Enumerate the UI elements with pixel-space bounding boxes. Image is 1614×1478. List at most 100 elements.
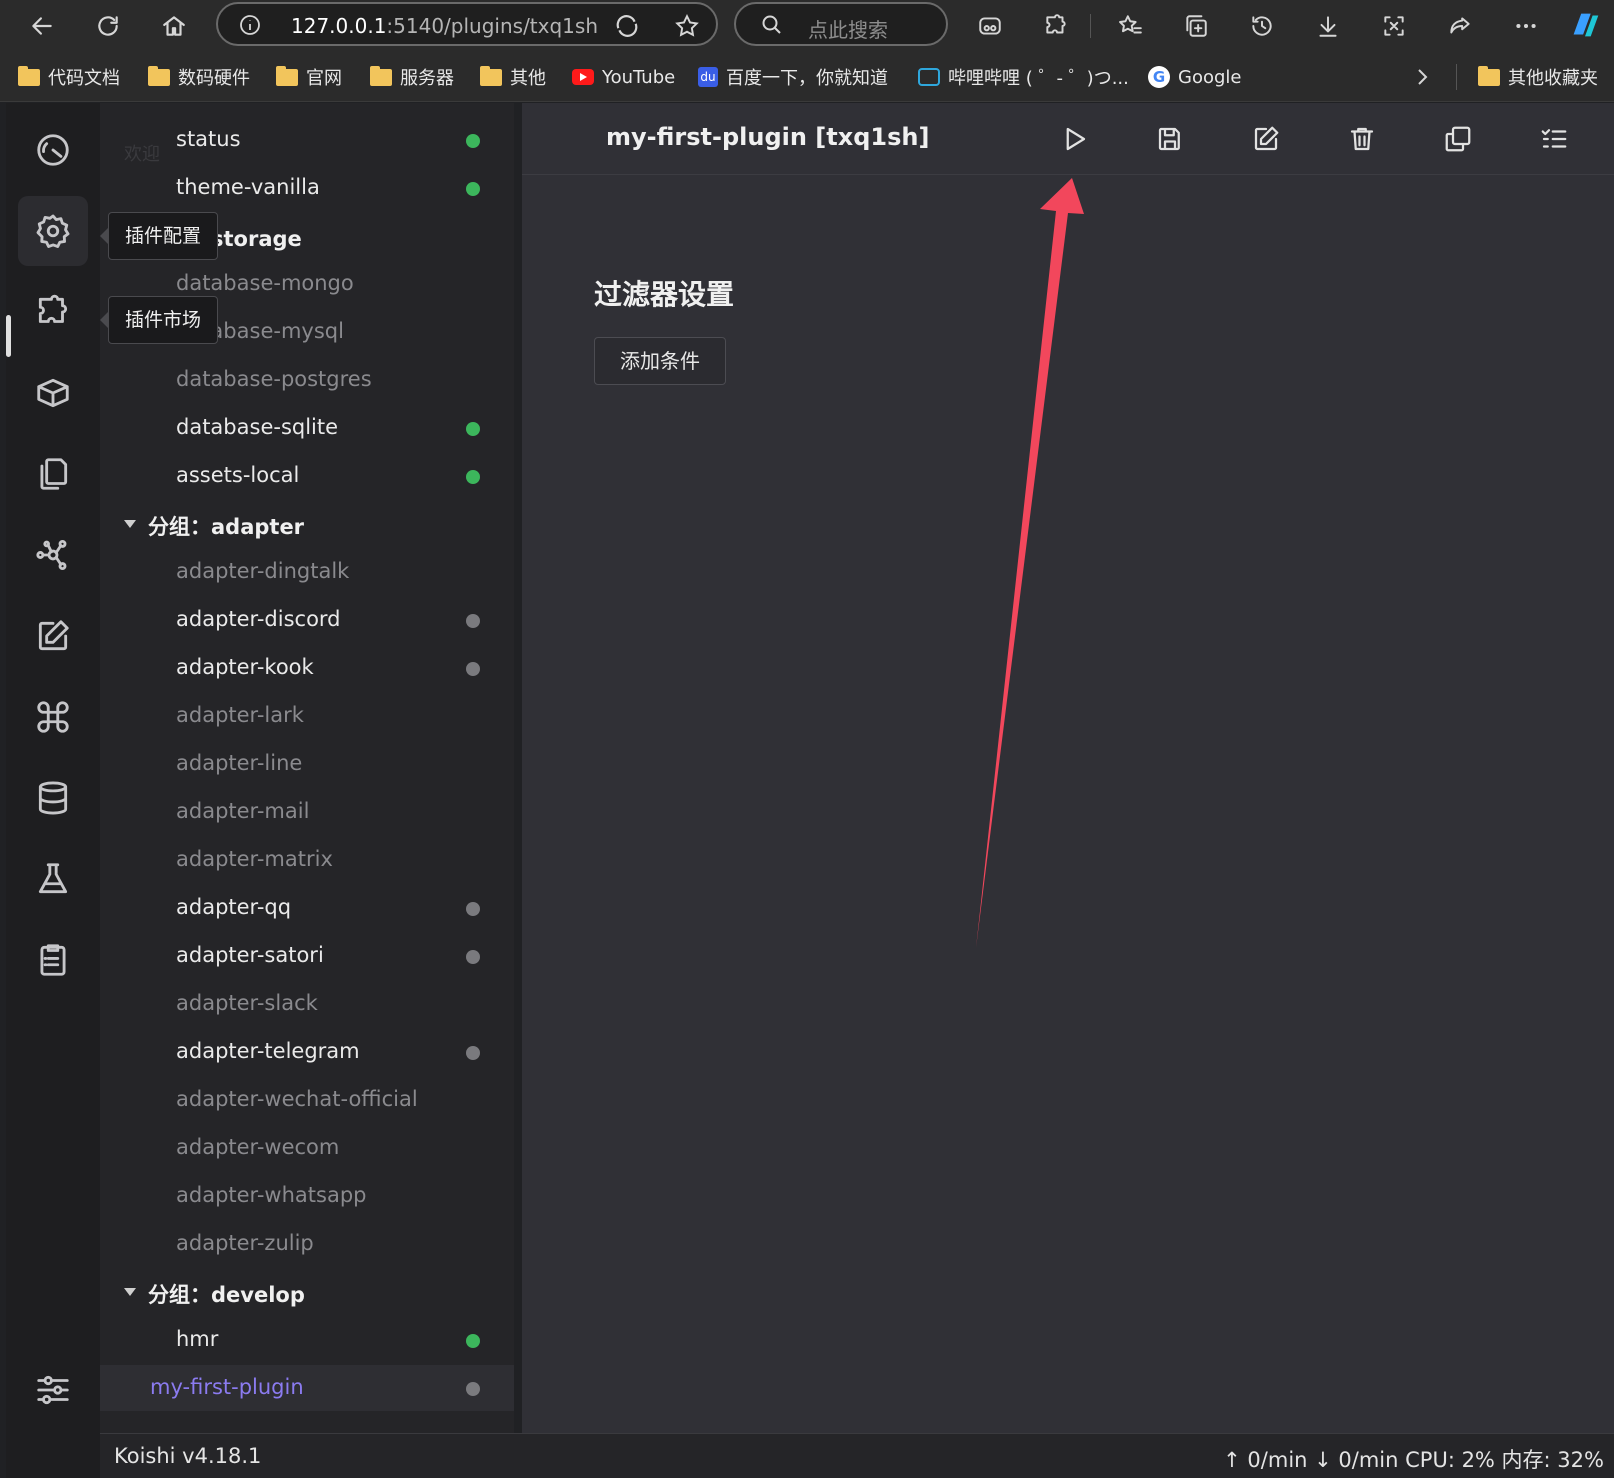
activity-plugin-market[interactable] <box>18 277 88 347</box>
plugin-item[interactable]: adapter-slack <box>100 981 514 1027</box>
puzzle-icon <box>1046 14 1066 34</box>
plugin-item[interactable]: adapter-mail <box>100 789 514 835</box>
plugin-name: adapter-discord <box>176 607 341 631</box>
reload-button[interactable] <box>88 6 128 46</box>
plugin-item[interactable]: adapter-dingtalk <box>100 549 514 595</box>
plugin-name: adapter-mail <box>176 799 310 823</box>
manage-button[interactable] <box>1534 119 1574 159</box>
plugin-group[interactable]: 分组：adapter <box>100 501 514 547</box>
plugin-item[interactable]: adapter-wechat-official <box>100 1077 514 1123</box>
delete-button[interactable] <box>1342 119 1382 159</box>
activity-sandbox[interactable] <box>18 844 88 914</box>
plugin-item[interactable]: adapter-discord <box>100 597 514 643</box>
activity-settings[interactable] <box>18 1355 88 1425</box>
bookmark-item[interactable]: YouTube <box>572 65 675 89</box>
plugin-item[interactable]: my-first-plugin <box>100 1365 514 1411</box>
plugin-name: adapter-zulip <box>176 1231 314 1255</box>
more-menu-button[interactable] <box>1508 8 1544 44</box>
clone-button[interactable] <box>1438 119 1478 159</box>
plugin-name: my-first-plugin <box>150 1375 304 1399</box>
add-condition-button[interactable]: 添加条件 <box>594 337 726 385</box>
plugin-name: adapter-wecom <box>176 1135 340 1159</box>
screenshot-button[interactable] <box>1376 8 1412 44</box>
copilot-icon <box>1573 13 1599 37</box>
chevron-right-icon[interactable] <box>1410 65 1434 89</box>
plugin-item[interactable]: adapter-satori <box>100 933 514 979</box>
activity-dashboard[interactable] <box>18 115 88 185</box>
folder-icon <box>276 65 298 86</box>
activity-dependencies[interactable] <box>18 358 88 428</box>
bookmark-item[interactable]: 代码文档 <box>18 65 120 89</box>
plugin-item[interactable]: status <box>100 117 514 163</box>
extension-mask-button[interactable] <box>972 8 1008 44</box>
plugin-name: adapter-line <box>176 751 303 775</box>
bookmark-item[interactable]: 哔哩哔哩 ( ゜- ゜)つ... <box>918 65 1129 89</box>
plugin-item[interactable]: theme-vanilla <box>100 165 514 211</box>
gear-icon <box>36 214 70 248</box>
bookmark-label: 其他 <box>510 68 546 89</box>
history-button[interactable] <box>1244 8 1280 44</box>
plugin-item[interactable]: adapter-kook <box>100 645 514 691</box>
enable-plugin-button[interactable] <box>1054 119 1094 159</box>
activity-logs[interactable] <box>18 925 88 995</box>
plugin-item[interactable]: adapter-lark <box>100 693 514 739</box>
bookmark-item[interactable]: G Google <box>1148 65 1241 89</box>
save-button[interactable] <box>1150 119 1190 159</box>
bookmark-item[interactable]: du 百度一下，你就知道 <box>698 65 888 89</box>
plugin-item[interactable]: hmr <box>100 1317 514 1363</box>
activity-commands[interactable] <box>18 682 88 752</box>
plugin-detail-panel: my-first-plugin [txq1sh] 过滤器设置 添加条件 <box>522 103 1614 1433</box>
activity-editor[interactable] <box>18 601 88 671</box>
caret-down-icon[interactable] <box>124 1288 136 1296</box>
share-button[interactable] <box>1442 8 1478 44</box>
status-dot <box>466 662 480 676</box>
plugin-item[interactable]: adapter-qq <box>100 885 514 931</box>
edit-icon <box>38 620 69 651</box>
plugin-item[interactable]: database-postgres <box>100 357 514 403</box>
plugin-item[interactable]: adapter-whatsapp <box>100 1173 514 1219</box>
plugin-item[interactable]: adapter-telegram <box>100 1029 514 1075</box>
more-dots-icon <box>1516 23 1536 29</box>
address-bar[interactable]: 127.0.0.1:5140/plugins/txq1sh <box>216 2 718 46</box>
favorite-star-icon[interactable] <box>674 13 700 39</box>
folder-icon <box>1478 65 1500 86</box>
plugin-item[interactable]: adapter-wecom <box>100 1125 514 1171</box>
favorites-button[interactable] <box>1112 8 1148 44</box>
bookmark-item[interactable]: 官网 <box>276 65 342 89</box>
bookmark-item[interactable]: 其他收藏夹 <box>1478 65 1598 89</box>
caret-down-icon[interactable] <box>124 520 136 528</box>
info-icon[interactable] <box>238 13 262 37</box>
plugin-item[interactable]: database-sqlite <box>100 405 514 451</box>
collections-button[interactable] <box>1178 8 1214 44</box>
bookmark-label: 代码文档 <box>48 68 120 89</box>
bookmark-item[interactable]: 其他 <box>480 65 546 89</box>
url-text[interactable]: 127.0.0.1:5140/plugins/txq1sh <box>291 14 598 38</box>
filter-settings-title: 过滤器设置 <box>594 278 735 311</box>
refresh-icon <box>98 16 118 36</box>
plugin-group[interactable]: 分组：develop <box>100 1269 514 1315</box>
extensions-button[interactable] <box>1038 8 1074 44</box>
bookmark-item[interactable]: 服务器 <box>370 65 454 89</box>
copilot-button[interactable] <box>1566 6 1604 44</box>
bilibili-icon <box>918 68 940 86</box>
activity-plugin-config[interactable] <box>18 196 88 266</box>
plugin-item[interactable]: adapter-line <box>100 741 514 787</box>
plugin-name: adapter-lark <box>176 703 304 727</box>
activity-files[interactable] <box>18 439 88 509</box>
downloads-button[interactable] <box>1310 8 1346 44</box>
plugin-item[interactable]: adapter-zulip <box>100 1221 514 1267</box>
plugin-name: database-sqlite <box>176 415 339 439</box>
plugin-name: adapter-qq <box>176 895 292 919</box>
home-button[interactable] <box>154 6 194 46</box>
search-box[interactable]: 点此搜索 <box>734 2 948 46</box>
activity-graph[interactable] <box>18 520 88 590</box>
bookmark-item[interactable]: 数码硬件 <box>148 65 250 89</box>
plugin-item[interactable]: assets-local <box>100 453 514 499</box>
plugin-item[interactable]: adapter-matrix <box>100 837 514 883</box>
activity-database[interactable] <box>18 763 88 833</box>
rename-button[interactable] <box>1246 119 1286 159</box>
back-button[interactable] <box>22 6 62 46</box>
bookmark-label: 官网 <box>306 68 342 89</box>
plugin-name: adapter-satori <box>176 943 324 967</box>
read-aloud-icon[interactable] <box>614 13 640 39</box>
